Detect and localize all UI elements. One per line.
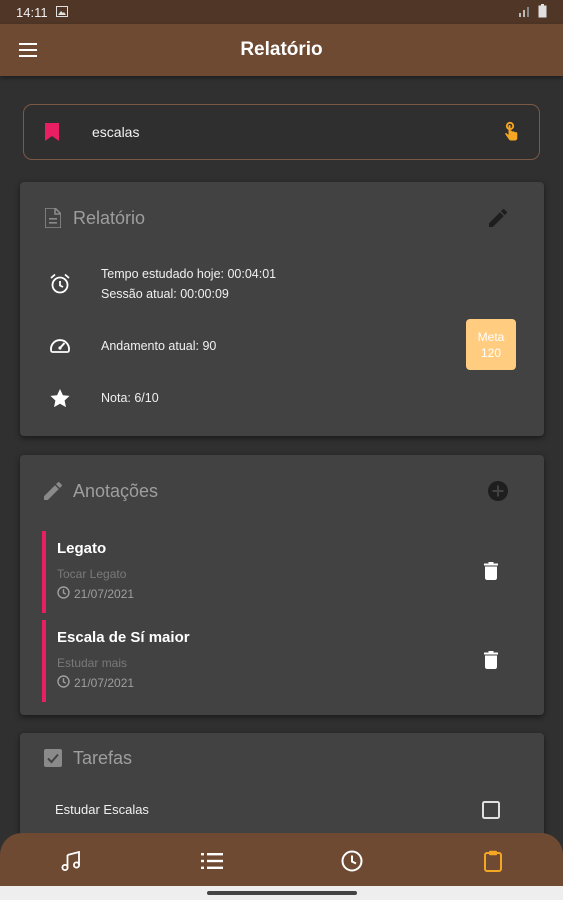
note-date: 21/07/2021 bbox=[57, 586, 134, 602]
gallery-notification-icon bbox=[55, 5, 68, 20]
notes-card: Anotações Legato Tocar Legato 21/07/2021… bbox=[20, 455, 544, 715]
pencil-icon bbox=[42, 480, 64, 502]
note-date-text: 21/07/2021 bbox=[74, 587, 135, 601]
battery-icon bbox=[538, 3, 547, 21]
goal-label: Meta bbox=[477, 329, 505, 344]
music-note-icon[interactable] bbox=[59, 849, 83, 873]
note-description: Estudar mais bbox=[57, 656, 128, 670]
app-bar: Relatório bbox=[0, 24, 563, 76]
alarm-clock-icon bbox=[48, 272, 72, 296]
bookmark-icon bbox=[42, 121, 62, 143]
page-title: Relatório bbox=[240, 39, 323, 60]
grade-row: Nota: 6/10 bbox=[20, 386, 544, 410]
delete-icon[interactable] bbox=[479, 559, 503, 583]
add-note-icon[interactable] bbox=[486, 479, 510, 503]
note-title: Escala de Sí maior bbox=[57, 629, 190, 646]
star-icon bbox=[48, 386, 72, 410]
edit-icon[interactable] bbox=[486, 206, 510, 230]
clipboard-icon[interactable] bbox=[481, 849, 505, 873]
report-card-header: Relatório bbox=[20, 182, 544, 254]
practice-name: escalas bbox=[92, 124, 140, 140]
report-card: Relatório Tempo estudado hoje: 00:04:01 … bbox=[20, 182, 544, 436]
study-time-today: Tempo estudado hoje: 00:04:01 bbox=[101, 267, 277, 281]
home-gesture-bar[interactable] bbox=[207, 891, 357, 895]
touch-icon[interactable] bbox=[499, 120, 523, 144]
report-card-title: Relatório bbox=[73, 207, 146, 228]
note-date-text: 21/07/2021 bbox=[74, 676, 135, 690]
delete-icon[interactable] bbox=[479, 648, 503, 672]
checkbox-checked-icon bbox=[42, 747, 64, 769]
goal-badge[interactable]: Meta 120 bbox=[466, 319, 516, 370]
current-tempo: Andamento atual: 90 bbox=[101, 339, 217, 353]
bottom-navigation bbox=[0, 833, 563, 886]
gesture-navigation-area bbox=[0, 886, 563, 900]
list-icon[interactable] bbox=[200, 849, 224, 873]
grade: Nota: 6/10 bbox=[101, 391, 159, 405]
notes-card-title: Anotações bbox=[73, 480, 159, 501]
signal-icon bbox=[518, 5, 532, 20]
note-item[interactable]: Escala de Sí maior Estudar mais 21/07/20… bbox=[42, 620, 522, 702]
note-title: Legato bbox=[57, 540, 107, 557]
speedometer-icon bbox=[48, 334, 72, 358]
tasks-card-title: Tarefas bbox=[73, 747, 133, 768]
clock-icon bbox=[57, 586, 70, 602]
clock-icon bbox=[57, 675, 70, 691]
task-item[interactable]: Estudar Escalas bbox=[20, 790, 544, 830]
task-checkbox[interactable] bbox=[479, 798, 503, 822]
current-session-time: Sessão atual: 00:00:09 bbox=[101, 287, 229, 301]
menu-icon[interactable] bbox=[16, 38, 40, 62]
status-bar: 14:11 bbox=[0, 0, 563, 24]
goal-value: 120 bbox=[480, 345, 502, 360]
note-item[interactable]: Legato Tocar Legato 21/07/2021 bbox=[42, 531, 522, 613]
note-description: Tocar Legato bbox=[57, 567, 127, 581]
task-label: Estudar Escalas bbox=[55, 802, 149, 817]
document-icon bbox=[42, 207, 64, 229]
study-time-row: Tempo estudado hoje: 00:04:01 Sessão atu… bbox=[20, 264, 544, 304]
notes-card-header: Anotações bbox=[20, 455, 544, 527]
status-time: 14:11 bbox=[16, 4, 48, 20]
clock-icon[interactable] bbox=[340, 849, 364, 873]
practice-selector[interactable]: escalas bbox=[23, 104, 540, 160]
note-date: 21/07/2021 bbox=[57, 675, 134, 691]
tasks-card-header: Tarefas bbox=[20, 733, 544, 783]
